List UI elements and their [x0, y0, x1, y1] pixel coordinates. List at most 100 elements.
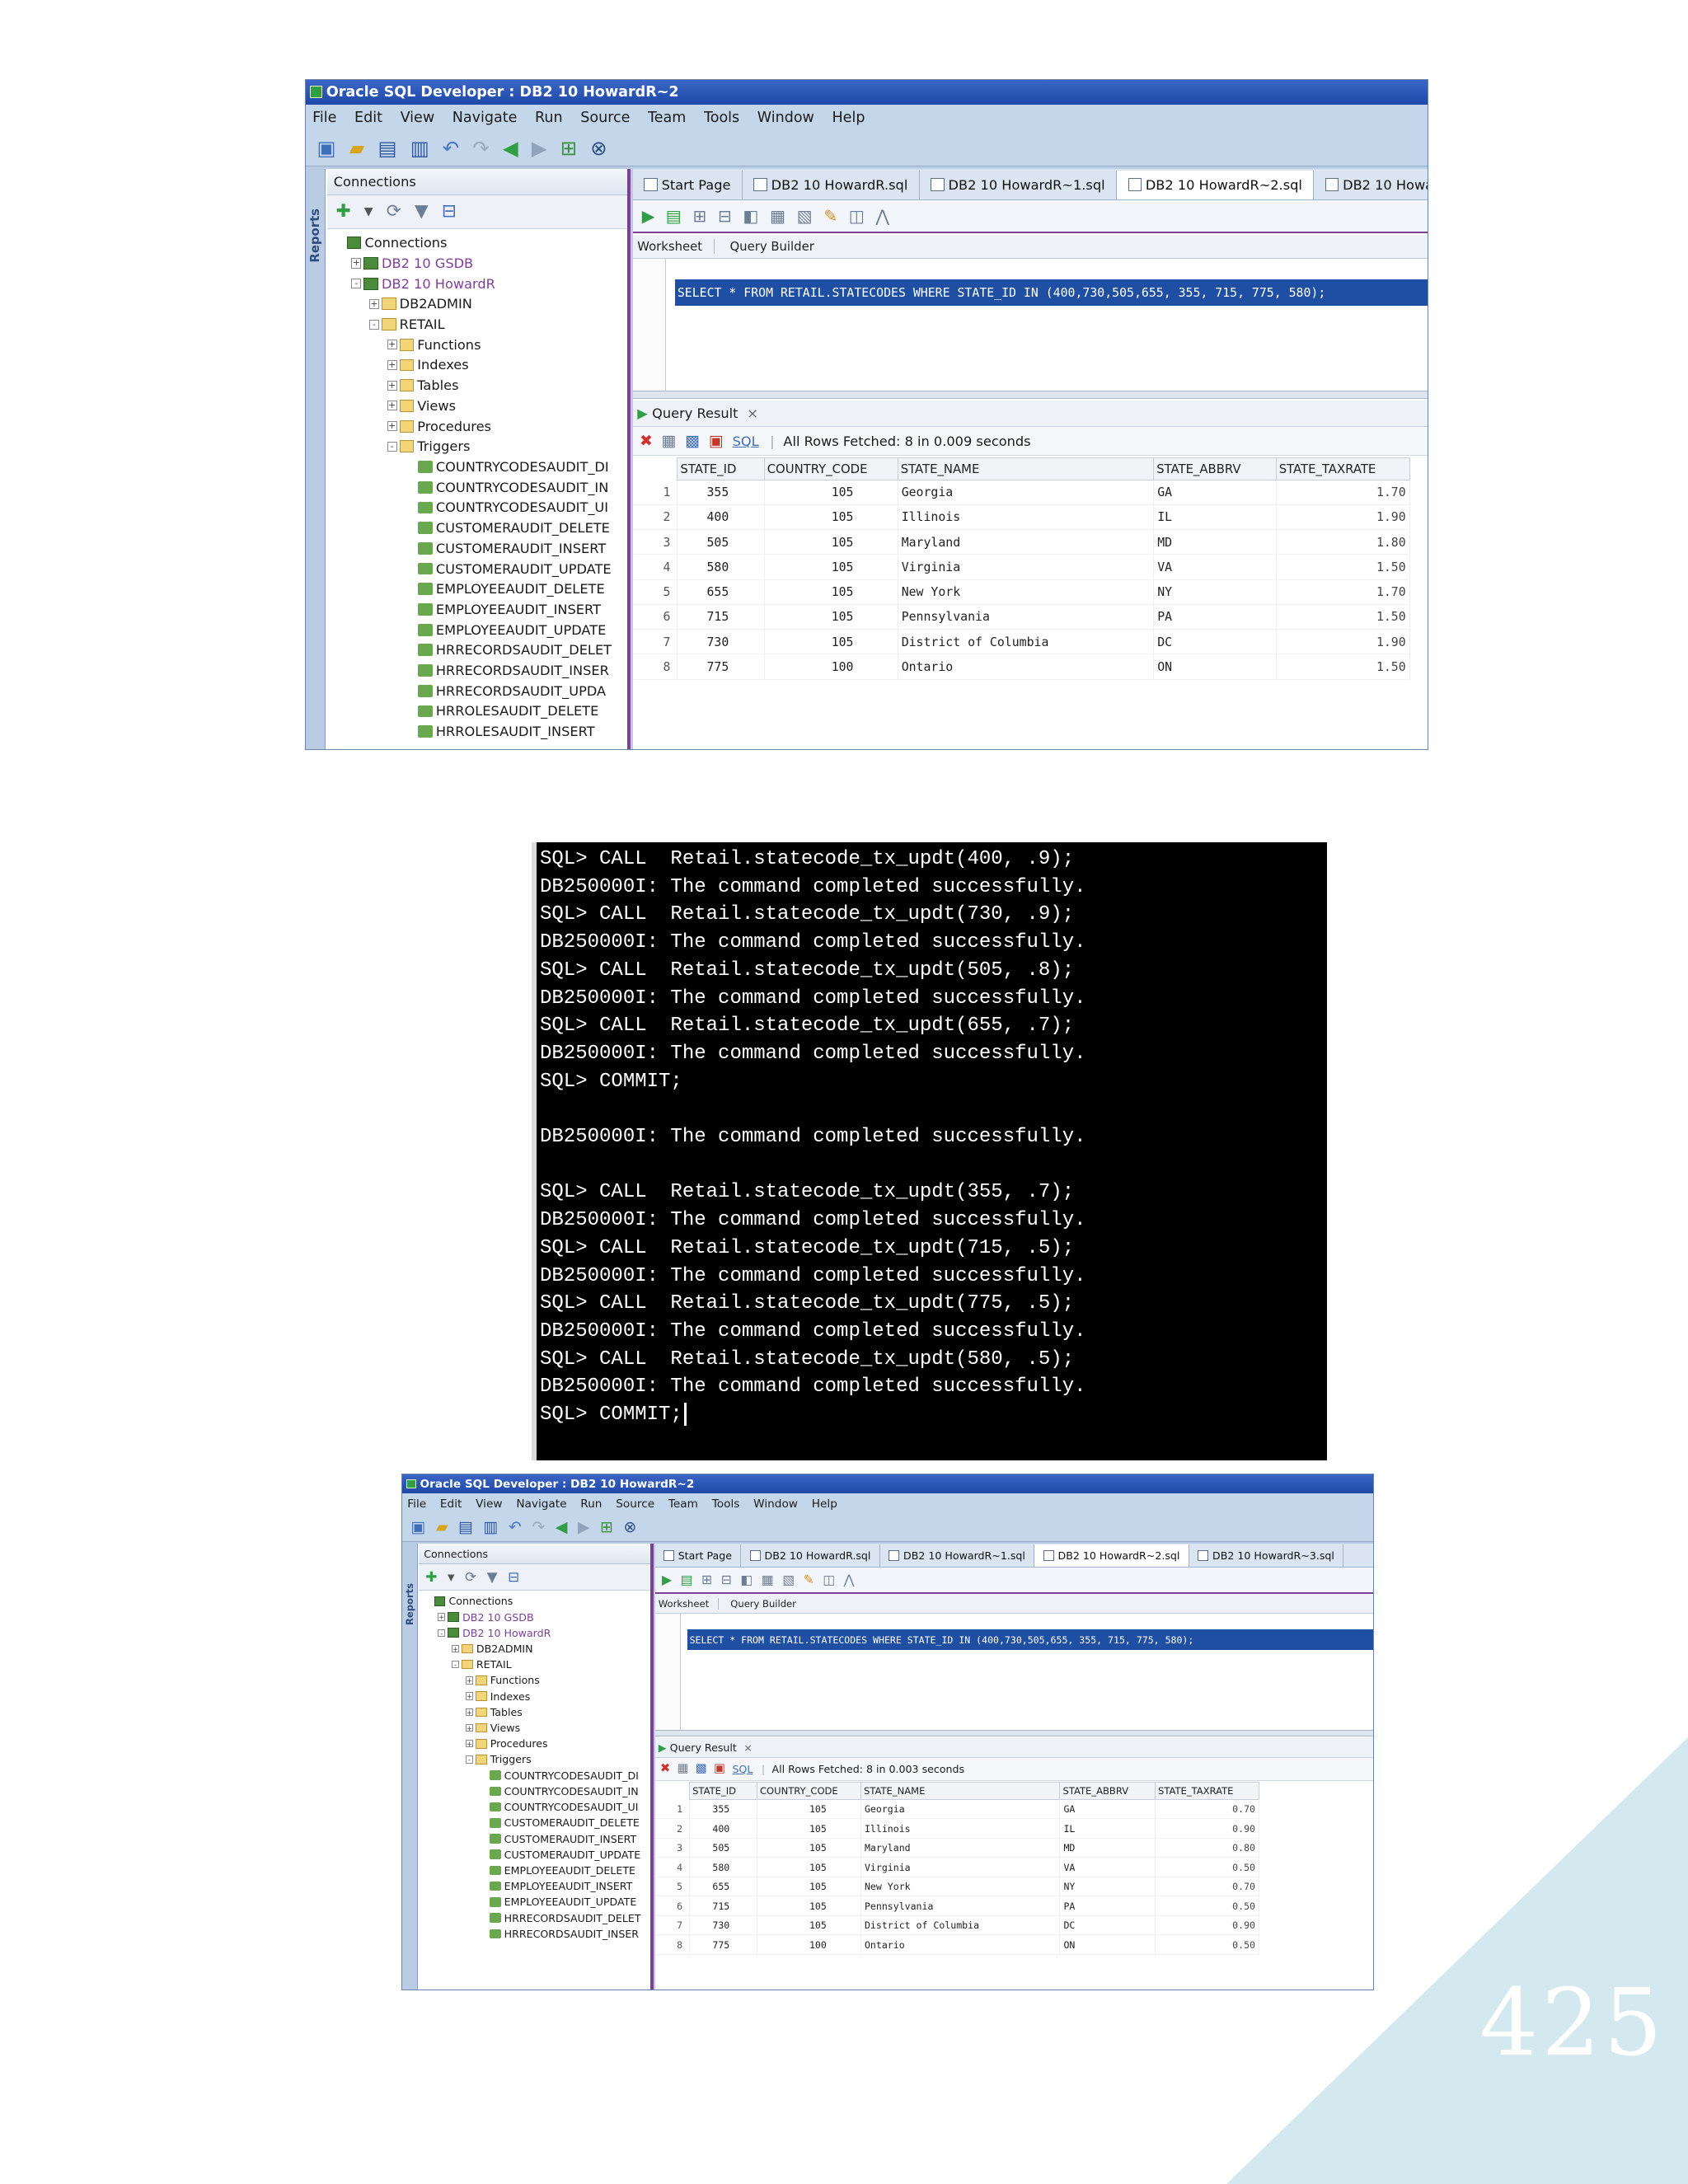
column-header-state-id[interactable]: STATE_ID: [689, 1781, 757, 1800]
dropdown-icon[interactable]: ▾: [448, 1570, 454, 1584]
add-connection-icon[interactable]: ✚: [425, 1570, 437, 1584]
table-row[interactable]: 3 505 105 Maryland MD 1.80: [632, 529, 1410, 555]
dropdown-icon[interactable]: ▾: [364, 203, 373, 221]
tree-node-procedures[interactable]: + Procedures: [465, 1736, 548, 1751]
tree-node-db2admin[interactable]: + DB2ADMIN: [451, 1642, 533, 1657]
worksheet-tab-query-builder[interactable]: Query Builder: [730, 239, 814, 254]
redo-icon[interactable]: ↷: [532, 1520, 545, 1535]
tree-node-employeeaudit-insert[interactable]: EMPLOYEEAUDIT_INSERT: [405, 600, 601, 619]
tree-node-employeeaudit-update[interactable]: EMPLOYEEAUDIT_UPDATE: [405, 621, 606, 640]
collapse-icon[interactable]: -: [351, 279, 362, 289]
reports-strip[interactable]: Reports: [306, 169, 326, 749]
table-row[interactable]: 1 355 105 Georgia GA 1.70: [632, 480, 1410, 505]
pin-icon[interactable]: ✖: [640, 433, 653, 449]
column-header-state-id[interactable]: STATE_ID: [677, 457, 765, 480]
sql-link[interactable]: SQL: [732, 1763, 753, 1775]
tree-node-countrycodesaudit-in[interactable]: COUNTRYCODESAUDIT_IN: [405, 478, 608, 497]
sql-statement[interactable]: SELECT * FROM RETAIL.STATECODES WHERE ST…: [675, 279, 1428, 307]
filter-icon[interactable]: ▼: [415, 203, 429, 221]
menu-window[interactable]: Window: [757, 110, 814, 126]
tree-node-hrrolesaudit-delete[interactable]: HRROLESAUDIT_DELETE: [405, 702, 598, 721]
run-statement-icon[interactable]: ▶: [642, 208, 655, 225]
pane-splitter[interactable]: [632, 390, 1428, 400]
commit-icon[interactable]: ⊞: [692, 208, 706, 225]
expand-icon[interactable]: +: [368, 298, 380, 309]
menu-help[interactable]: Help: [832, 110, 865, 126]
tree-node-countrycodesaudit-ui[interactable]: COUNTRYCODESAUDIT_UI: [405, 498, 608, 517]
column-header-state-taxrate[interactable]: STATE_TAXRATE: [1154, 1781, 1259, 1800]
column-header-state-taxrate[interactable]: STATE_TAXRATE: [1275, 457, 1410, 480]
tree-node-db2admin[interactable]: + DB2ADMIN: [368, 294, 472, 313]
undo-icon[interactable]: ↶: [443, 138, 459, 158]
tab-start-page[interactable]: Start Page: [633, 170, 743, 199]
column-header-country-code[interactable]: COUNTRY_CODE: [763, 457, 898, 480]
export-icon[interactable]: ▩: [696, 1762, 707, 1775]
command-console[interactable]: SQL> CALL Retail.statecode_tx_updt(400, …: [532, 842, 1327, 1460]
column-header-state-name[interactable]: STATE_NAME: [897, 457, 1155, 480]
worksheet-tab-query-builder[interactable]: Query Builder: [730, 1598, 796, 1610]
tree-node-retail[interactable]: - RETAIL: [368, 315, 445, 334]
commit-icon[interactable]: ⊞: [701, 1573, 712, 1586]
schema-icon[interactable]: ⊟: [508, 1570, 519, 1584]
table-row[interactable]: 4 580 105 Virginia VA 0.50: [654, 1857, 1259, 1877]
expand-icon[interactable]: +: [465, 1676, 474, 1685]
table-row[interactable]: 5 655 105 New York NY 0.70: [654, 1877, 1259, 1897]
menu-team[interactable]: Team: [668, 1497, 698, 1511]
connection-icon[interactable]: ⊞: [560, 138, 577, 158]
tree-node-customeraudit-update[interactable]: CUSTOMERAUDIT_UPDATE: [479, 1847, 640, 1862]
table-row[interactable]: 1 355 105 Georgia GA 0.70: [654, 1799, 1259, 1820]
query-result-tab[interactable]: ▶ Query Result ×: [632, 400, 1428, 428]
delete-icon[interactable]: ▣: [714, 1762, 725, 1775]
run-script-icon[interactable]: ▤: [666, 208, 682, 225]
table-row[interactable]: 5 655 105 New York NY 1.70: [632, 579, 1410, 605]
print-icon[interactable]: ▦: [678, 1762, 689, 1775]
refresh-icon[interactable]: ⟳: [387, 203, 401, 221]
tree-node-hrrecordsaudit-inser[interactable]: HRRECORDSAUDIT_INSER: [479, 1926, 639, 1941]
tree-node-db2-10-gsdb[interactable]: + DB2 10 GSDB: [438, 1610, 534, 1624]
collapse-icon[interactable]: -: [368, 319, 380, 330]
tree-node-customeraudit-insert[interactable]: CUSTOMERAUDIT_INSERT: [405, 539, 606, 558]
table-row[interactable]: 7 730 105 District of Columbia DC 1.90: [632, 629, 1410, 655]
table-row[interactable]: 8 775 100 Ontario ON 1.50: [632, 654, 1410, 680]
worksheet-tab-worksheet[interactable]: Worksheet: [659, 1597, 719, 1610]
expand-icon[interactable]: +: [451, 1644, 460, 1653]
menu-help[interactable]: Help: [812, 1497, 837, 1511]
menu-tools[interactable]: Tools: [712, 1497, 740, 1511]
tree-node-views[interactable]: + Views: [465, 1721, 520, 1736]
format-icon[interactable]: ⋀: [844, 1573, 855, 1586]
table-row[interactable]: 6 715 105 Pennsylvania PA 0.50: [654, 1896, 1259, 1916]
reports-strip[interactable]: Reports: [402, 1544, 418, 1990]
menu-tools[interactable]: Tools: [704, 110, 739, 126]
tree-node-db2-10-howardr[interactable]: - DB2 10 HowardR: [351, 274, 495, 293]
table-row[interactable]: 6 715 105 Pennsylvania PA 1.50: [632, 604, 1410, 630]
pane-splitter[interactable]: [654, 1729, 1373, 1737]
table-row[interactable]: 8 775 100 Ontario ON 0.50: [654, 1934, 1259, 1955]
pin-icon[interactable]: ✖: [660, 1762, 670, 1775]
menu-run[interactable]: Run: [535, 110, 563, 126]
tab-db2-10-howardr-1-sql[interactable]: DB2 10 HowardR~1.sql: [920, 170, 1118, 199]
table-row[interactable]: 2 400 105 Illinois IL 1.90: [632, 504, 1410, 531]
explain-icon[interactable]: ◧: [743, 208, 758, 225]
autotrace-icon[interactable]: ▦: [770, 208, 785, 225]
expand-icon[interactable]: +: [465, 1740, 474, 1748]
expand-icon[interactable]: +: [465, 1708, 474, 1717]
tree-node-db2-10-howardr[interactable]: - DB2 10 HowardR: [438, 1625, 551, 1640]
menu-navigate[interactable]: Navigate: [452, 110, 518, 126]
tree-node-indexes[interactable]: + Indexes: [387, 356, 469, 375]
clear-icon[interactable]: ✎: [823, 208, 837, 225]
tree-node-hrrecordsaudit-upda[interactable]: HRRECORDSAUDIT_UPDA: [405, 682, 606, 701]
tree-node-tables[interactable]: + Tables: [465, 1704, 523, 1719]
table-row[interactable]: 2 400 105 Illinois IL 0.90: [654, 1818, 1259, 1839]
worksheet-tab-worksheet[interactable]: Worksheet: [637, 238, 715, 254]
tree-node-functions[interactable]: + Functions: [465, 1673, 540, 1688]
tree-node-tables[interactable]: + Tables: [387, 376, 459, 395]
format-icon[interactable]: ⋀: [875, 208, 889, 225]
column-header-country-code[interactable]: COUNTRY_CODE: [756, 1781, 861, 1800]
expand-icon[interactable]: +: [387, 401, 397, 411]
window-titlebar[interactable]: Oracle SQL Developer : DB2 10 HowardR~2: [402, 1474, 1373, 1494]
tree-node-connections[interactable]: Connections: [334, 233, 448, 252]
query-result-tab[interactable]: ▶ Query Result ×: [654, 1737, 1373, 1759]
tree-node-employeeaudit-insert[interactable]: EMPLOYEEAUDIT_INSERT: [479, 1879, 632, 1894]
filter-icon[interactable]: ▼: [487, 1570, 498, 1584]
rollback-icon[interactable]: ⊟: [718, 208, 732, 225]
